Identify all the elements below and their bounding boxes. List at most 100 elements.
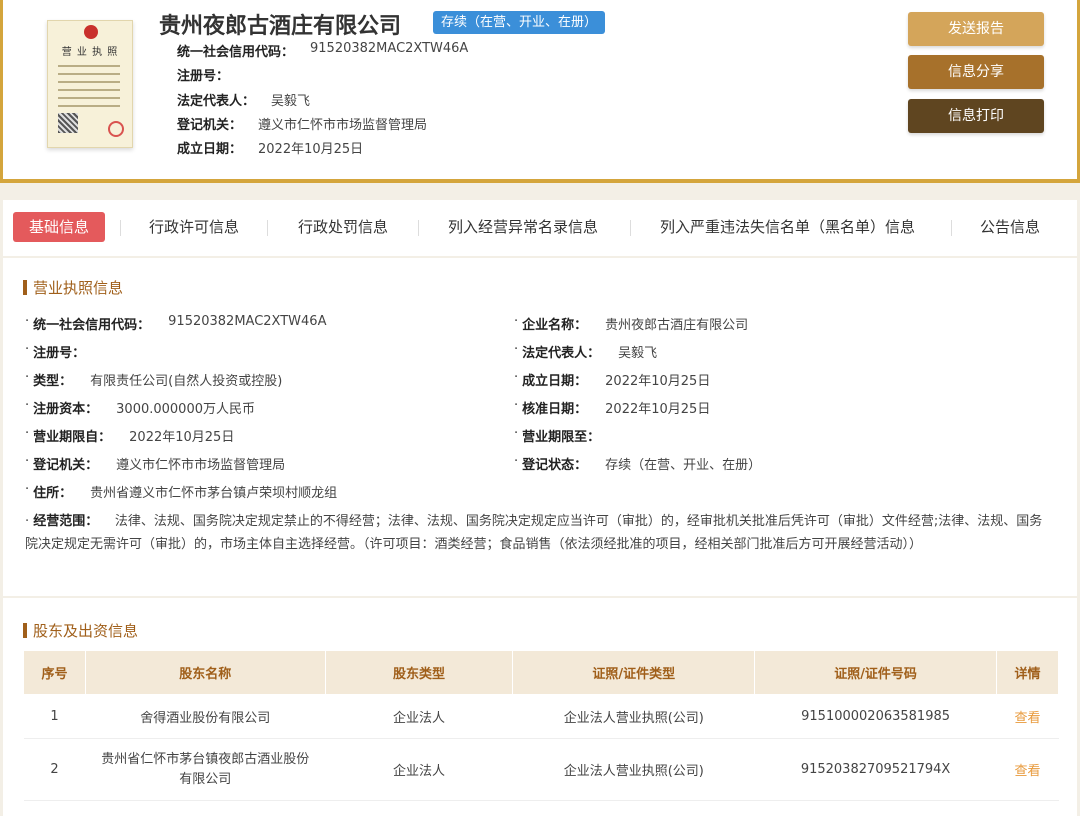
- field-type: · 类型： 有限责任公司(自然人投资或控股): [25, 370, 282, 389]
- print-info-button[interactable]: 信息打印: [908, 99, 1044, 133]
- header-credit-code-label: 统一社会信用代码：: [177, 45, 295, 60]
- bullet: ·: [25, 314, 30, 329]
- field-label: 核准日期：: [522, 402, 588, 417]
- field-legal-rep: · 法定代表人： 吴毅飞: [514, 342, 657, 361]
- bullet: ·: [514, 314, 519, 329]
- bullet: ·: [25, 370, 30, 385]
- col-header-detail: 详情: [996, 650, 1059, 695]
- section-marker: [23, 280, 27, 295]
- header-found-date-value: 2022年10月25日: [258, 142, 364, 157]
- tab-divider: [267, 220, 268, 236]
- tab-admin-penalty[interactable]: 行政处罚信息: [298, 212, 388, 242]
- field-capital: · 注册资本： 3000.000000万人民币: [25, 398, 255, 417]
- field-label: 类型：: [33, 374, 73, 389]
- tab-basic-info[interactable]: 基础信息: [13, 212, 106, 242]
- field-company-name: · 企业名称： 贵州夜郎古酒庄有限公司: [514, 314, 748, 333]
- bullet: ·: [514, 398, 519, 413]
- field-value: 有限责任公司(自然人投资或控股): [90, 374, 283, 389]
- status-badge: 存续（在营、开业、在册）: [433, 11, 606, 34]
- cell-no: 1: [23, 694, 86, 739]
- business-scope: · 经营范围： 法律、法规、国务院决定规定禁止的不得经营；法律、法规、国务院决定…: [25, 510, 1055, 556]
- cell-cert-no: 915100002063581985: [754, 694, 997, 739]
- col-header-type: 股东类型: [324, 650, 514, 695]
- header-found-date: 成立日期： 2022年10月25日: [177, 138, 363, 157]
- share-info-button[interactable]: 信息分享: [908, 55, 1044, 89]
- field-value: 2022年10月25日: [605, 402, 711, 417]
- business-license-section: 营业执照信息 · 统一社会信用代码： 91520382MAC2XTW46A · …: [3, 258, 1077, 596]
- cell-type: 企业法人: [325, 694, 513, 739]
- shareholders-section: 股东及出资信息 序号 股东名称 股东类型 证照/证件类型 证照/证件号码 详情 …: [3, 598, 1077, 816]
- bullet: ·: [25, 482, 30, 497]
- field-reg-status: · 登记状态： 存续（在营、开业、在册）: [514, 454, 761, 473]
- field-label: 企业名称：: [522, 318, 588, 333]
- col-header-cert-no: 证照/证件号码: [754, 650, 998, 695]
- field-value: 贵州省遵义市仁怀市茅台镇卢荣坝村顺龙组: [90, 486, 338, 501]
- field-value: 遵义市仁怀市市场监督管理局: [116, 458, 286, 473]
- shareholders-table: 序号 股东名称 股东类型 证照/证件类型 证照/证件号码 详情 1 舍得酒业股份…: [23, 650, 1059, 801]
- field-label: 法定代表人：: [522, 346, 601, 361]
- cell-name: 贵州省仁怀市茅台镇夜郎古酒业股份有限公司: [85, 738, 326, 801]
- bullet: ·: [25, 398, 30, 413]
- tab-divider: [418, 220, 419, 236]
- view-detail-link[interactable]: 查看: [996, 694, 1059, 739]
- table-row: 2 贵州省仁怀市茅台镇夜郎古酒业股份有限公司 企业法人 企业法人营业执照(公司)…: [23, 738, 1059, 801]
- col-header-cert-type: 证照/证件类型: [512, 650, 756, 695]
- bullet: ·: [514, 454, 519, 469]
- field-value: 3000.000000万人民币: [116, 402, 255, 417]
- cell-cert-type: 企业法人营业执照(公司): [512, 738, 755, 801]
- header-reg-authority-label: 登记机关：: [177, 118, 243, 133]
- field-reg-no: · 注册号：: [25, 342, 103, 361]
- field-value: 2022年10月25日: [129, 430, 235, 445]
- header-legal-rep: 法定代表人： 吴毅飞: [177, 90, 310, 109]
- field-label: 统一社会信用代码：: [33, 318, 151, 333]
- bullet: ·: [25, 426, 30, 441]
- send-report-button[interactable]: 发送报告: [908, 12, 1044, 46]
- tab-divider: [951, 220, 952, 236]
- national-emblem-icon: [84, 25, 98, 39]
- section-title-shareholders: 股东及出资信息: [23, 620, 138, 641]
- tab-admin-license[interactable]: 行政许可信息: [149, 212, 239, 242]
- tab-divider: [120, 220, 121, 236]
- bullet: ·: [514, 426, 519, 441]
- field-value: 吴毅飞: [618, 346, 658, 361]
- bullet: ·: [514, 370, 519, 385]
- header-reg-no-label: 注册号：: [177, 69, 230, 84]
- license-text-lines: [58, 65, 120, 113]
- company-name: 贵州夜郎古酒庄有限公司: [159, 14, 402, 39]
- field-value: 2022年10月25日: [605, 374, 711, 389]
- field-label: 住所：: [33, 486, 73, 501]
- view-detail-link[interactable]: 查看: [996, 738, 1059, 801]
- table-header-row: 序号 股东名称 股东类型 证照/证件类型 证照/证件号码 详情: [23, 650, 1059, 695]
- qr-code-icon: [58, 113, 78, 133]
- field-term-from: · 营业期限自： 2022年10月25日: [25, 426, 234, 445]
- field-label: 营业期限至：: [522, 430, 601, 445]
- company-header-card: 营 业 执 照 贵州夜郎古酒庄有限公司 存续（在营、开业、在册） 统一社会信用代…: [0, 0, 1080, 183]
- header-legal-rep-label: 法定代表人：: [177, 94, 256, 109]
- business-scope-text: 法律、法规、国务院决定规定禁止的不得经营；法律、法规、国务院决定规定应当许可（审…: [25, 514, 1043, 552]
- cell-name: 舍得酒业股份有限公司: [85, 694, 326, 739]
- field-reg-authority: · 登记机关： 遵义市仁怀市市场监督管理局: [25, 454, 285, 473]
- header-credit-code-value: 91520382MAC2XTW46A: [310, 41, 469, 56]
- col-header-name: 股东名称: [84, 650, 326, 695]
- tab-abnormal-list[interactable]: 列入经营异常名录信息: [448, 212, 598, 242]
- field-term-to: · 营业期限至：: [514, 426, 618, 445]
- section-title-text: 营业执照信息: [33, 279, 124, 297]
- field-label: 登记状态：: [522, 458, 588, 473]
- section-title-text: 股东及出资信息: [33, 622, 139, 640]
- field-credit-code: · 统一社会信用代码： 91520382MAC2XTW46A: [25, 314, 326, 333]
- section-marker: [23, 623, 27, 638]
- field-label: 营业期限自：: [33, 430, 112, 445]
- license-thumb-title: 营 业 执 照: [61, 47, 119, 58]
- tab-divider: [630, 220, 631, 236]
- bullet: ·: [514, 342, 519, 357]
- field-label: 注册资本：: [33, 402, 99, 417]
- field-label: 登记机关：: [33, 458, 99, 473]
- cell-cert-type: 企业法人营业执照(公司): [512, 694, 755, 739]
- field-label: 注册号：: [33, 346, 86, 361]
- cell-cert-no: 91520382709521794X: [754, 738, 997, 801]
- tab-announcements[interactable]: 公告信息: [980, 212, 1040, 242]
- header-reg-no: 注册号：: [177, 65, 245, 84]
- tab-blacklist[interactable]: 列入严重违法失信名单（黑名单）信息: [660, 212, 915, 242]
- bullet: ·: [25, 342, 30, 357]
- business-license-thumbnail[interactable]: 营 业 执 照: [47, 20, 133, 148]
